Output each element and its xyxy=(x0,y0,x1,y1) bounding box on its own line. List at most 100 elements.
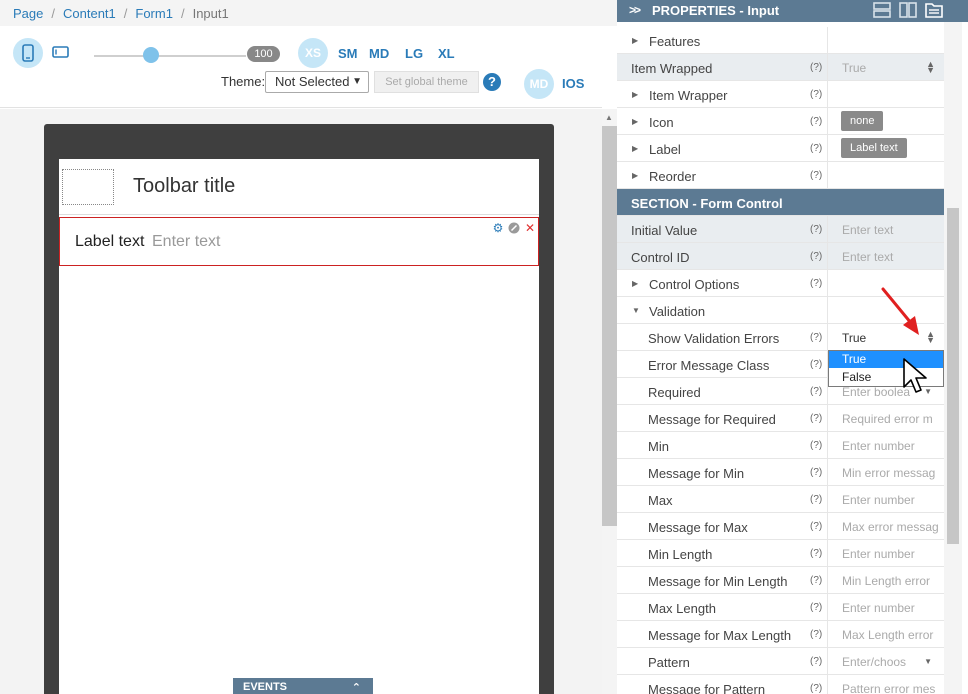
property-value-cell[interactable] xyxy=(827,27,944,53)
property-value-cell[interactable]: Enter text xyxy=(827,243,944,269)
property-value-cell[interactable]: Required error m xyxy=(827,405,944,431)
property-value-cell[interactable]: True ▲ ▼ xyxy=(827,54,944,80)
caret-right-icon[interactable]: ▶ xyxy=(632,279,638,288)
property-value[interactable]: Enter number xyxy=(842,439,915,453)
help-icon[interactable]: (?) xyxy=(810,440,822,451)
property-value[interactable]: Max Length error xyxy=(842,628,933,642)
breadcrumb-form1[interactable]: Form1 xyxy=(135,6,173,21)
help-icon[interactable]: (?) xyxy=(810,548,822,559)
help-icon[interactable]: (?) xyxy=(810,575,822,586)
scroll-up-arrow-icon[interactable]: ▲ xyxy=(605,113,613,122)
phone-device-button[interactable] xyxy=(13,38,43,68)
property-value-cell[interactable]: Min Length error xyxy=(827,567,944,593)
property-row-pattern[interactable]: Pattern (?) Enter/choos ▼ xyxy=(617,648,944,675)
help-icon[interactable]: (?) xyxy=(810,602,822,613)
breadcrumb-content1[interactable]: Content1 xyxy=(63,6,116,21)
settings-gear-icon[interactable]: ⚙ xyxy=(492,222,504,234)
caret-right-icon[interactable]: ▶ xyxy=(632,36,638,45)
property-value[interactable]: Enter boolea xyxy=(842,385,910,399)
property-value-cell[interactable]: Label text xyxy=(827,135,944,161)
property-row-max-length[interactable]: Max Length (?) Enter number xyxy=(617,594,944,621)
copy-icon[interactable] xyxy=(508,222,520,234)
help-icon[interactable]: ? xyxy=(483,73,501,91)
property-row-label[interactable]: ▶ Label (?) Label text xyxy=(617,135,944,162)
help-icon[interactable]: (?) xyxy=(810,413,822,424)
property-row-initial-value[interactable]: Initial Value (?) Enter text xyxy=(617,216,944,243)
breakpoint-xl-button[interactable]: XL xyxy=(438,46,455,61)
property-value-cell[interactable]: Enter number xyxy=(827,540,944,566)
property-row-message-for-pattern[interactable]: Message for Pattern (?) Pattern error mes xyxy=(617,675,944,694)
layout-rows-icon[interactable] xyxy=(872,1,892,19)
breakpoint-sm-button[interactable]: SM xyxy=(338,46,358,61)
help-icon[interactable]: (?) xyxy=(810,89,822,100)
select-spinner-icon[interactable]: ▲ ▼ xyxy=(926,330,935,345)
help-icon[interactable]: (?) xyxy=(810,494,822,505)
help-icon[interactable]: (?) xyxy=(810,143,822,154)
help-icon[interactable]: (?) xyxy=(810,521,822,532)
property-value[interactable]: Max error messag xyxy=(842,520,939,534)
property-row-reorder[interactable]: ▶ Reorder (?) xyxy=(617,162,944,189)
help-icon[interactable]: (?) xyxy=(810,332,822,343)
property-value-cell[interactable]: none xyxy=(827,108,944,134)
layout-columns-icon[interactable] xyxy=(898,1,918,19)
select-spinner-icon[interactable]: ▲ ▼ xyxy=(926,60,935,75)
property-value-cell[interactable]: Enter number xyxy=(827,486,944,512)
toolbar-start-slot[interactable] xyxy=(62,169,114,205)
help-icon[interactable]: (?) xyxy=(810,683,822,694)
mode-ios-button[interactable]: IOS xyxy=(562,76,584,91)
property-row-control-id[interactable]: Control ID (?) Enter text xyxy=(617,243,944,270)
property-value-cell[interactable]: Enter text xyxy=(827,216,944,242)
property-row-item-wrapper[interactable]: ▶ Item Wrapper (?) xyxy=(617,81,944,108)
property-row-section-form-control[interactable]: SECTION - Form Control xyxy=(617,189,944,216)
property-row-item-wrapped[interactable]: Item Wrapped (?) True ▲ ▼ xyxy=(617,54,944,81)
events-panel-toggle[interactable]: EVENTS ⌃ xyxy=(233,678,373,694)
theme-select[interactable]: Not Selected ▼ xyxy=(265,71,369,93)
property-value-cell[interactable] xyxy=(827,81,944,107)
property-value[interactable]: Enter number xyxy=(842,493,915,507)
help-icon[interactable]: (?) xyxy=(810,116,822,127)
help-icon[interactable]: (?) xyxy=(810,170,822,181)
property-value-cell[interactable]: Min error messag xyxy=(827,459,944,485)
property-value[interactable]: True xyxy=(842,331,866,345)
properties-scrollbar[interactable] xyxy=(944,22,962,694)
help-icon[interactable]: (?) xyxy=(810,224,822,235)
chevron-down-icon[interactable]: ▼ xyxy=(924,657,932,666)
property-row-features[interactable]: ▶ Features xyxy=(617,27,944,54)
caret-right-icon[interactable]: ▶ xyxy=(632,117,638,126)
property-row-message-for-min[interactable]: Message for Min (?) Min error messag xyxy=(617,459,944,486)
property-value[interactable]: Pattern error mes xyxy=(842,682,935,694)
property-value-cell[interactable] xyxy=(827,162,944,188)
caret-right-icon[interactable]: ▶ xyxy=(632,171,638,180)
property-value[interactable]: Enter number xyxy=(842,601,915,615)
value-chip[interactable]: none xyxy=(841,111,884,131)
property-row-max[interactable]: Max (?) Enter number xyxy=(617,486,944,513)
property-value-cell[interactable]: Enter/choos ▼ xyxy=(827,648,944,674)
property-value[interactable]: True xyxy=(842,61,866,75)
property-value-cell[interactable]: Enter number xyxy=(827,594,944,620)
help-icon[interactable]: (?) xyxy=(810,656,822,667)
breadcrumb-page[interactable]: Page xyxy=(13,6,43,21)
breakpoint-md-button[interactable]: MD xyxy=(369,46,389,61)
property-value[interactable]: Enter text xyxy=(842,250,893,264)
canvas-scrollbar[interactable]: ▲ xyxy=(602,109,617,694)
value-chip[interactable]: Label text xyxy=(841,138,907,158)
selected-input-component[interactable]: Label text Enter text ⚙ ✕ xyxy=(59,217,539,266)
help-icon[interactable]: (?) xyxy=(810,386,822,397)
property-value[interactable]: Min error messag xyxy=(842,466,935,480)
property-row-message-for-min-length[interactable]: Message for Min Length (?) Min Length erro… xyxy=(617,567,944,594)
property-row-min[interactable]: Min (?) Enter number xyxy=(617,432,944,459)
breakpoint-xs-button[interactable]: XS xyxy=(298,38,328,68)
close-icon[interactable]: ✕ xyxy=(524,222,536,234)
help-icon[interactable]: (?) xyxy=(810,62,822,73)
breakpoint-lg-button[interactable]: LG xyxy=(405,46,423,61)
property-row-icon[interactable]: ▶ Icon (?) none xyxy=(617,108,944,135)
zoom-slider-track[interactable] xyxy=(94,55,246,57)
help-icon[interactable]: (?) xyxy=(810,359,822,370)
help-icon[interactable]: (?) xyxy=(810,629,822,640)
canvas-scrollbar-thumb[interactable] xyxy=(602,126,617,526)
property-value[interactable]: Enter text xyxy=(842,223,893,237)
properties-scrollbar-thumb[interactable] xyxy=(947,208,959,544)
caret-right-icon[interactable]: ▶ xyxy=(632,144,638,153)
property-row-message-for-max[interactable]: Message for Max (?) Max error messag xyxy=(617,513,944,540)
property-value[interactable]: Enter number xyxy=(842,547,915,561)
